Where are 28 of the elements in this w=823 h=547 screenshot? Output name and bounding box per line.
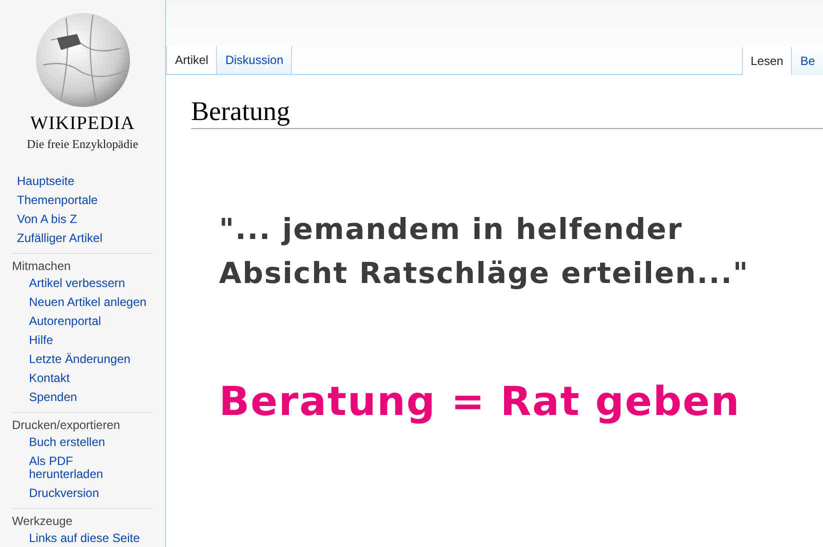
sidebar-link[interactable]: Links auf diese Seite: [29, 530, 140, 547]
sidebar-link[interactable]: Autorenportal: [29, 313, 102, 330]
sidebar-link[interactable]: Hauptseite: [17, 173, 74, 190]
sidebar-link[interactable]: Kontakt: [29, 370, 70, 387]
sidebar-link[interactable]: Spenden: [29, 389, 78, 406]
sidebar-link[interactable]: Letzte Änderungen: [29, 351, 130, 368]
quote-text: Absicht Ratschläge erteilen...": [219, 255, 750, 292]
page-title: Beratung: [191, 95, 823, 129]
sidebar-link[interactable]: Hilfe: [29, 332, 54, 349]
sidebar-heading: Mitmachen: [12, 258, 72, 275]
sidebar-heading: Werkzeuge: [12, 513, 74, 530]
sidebar-link[interactable]: Themenportale: [17, 192, 98, 209]
sidebar-link[interactable]: Artikel verbessern: [29, 275, 126, 292]
sidebar-link[interactable]: Von A bis Z: [17, 211, 78, 228]
page-tab[interactable]: Be: [791, 47, 823, 75]
sidebar-link[interactable]: Buch erstellen: [29, 434, 106, 451]
sidebar-link[interactable]: Neuen Artikel anlegen: [29, 294, 146, 311]
logo-tagline: Die freie Enzyklopädie: [26, 136, 138, 153]
slogan-text: Beratung = Rat geben: [219, 378, 742, 427]
wikipedia-wordmark: WIKIPEDIA: [30, 114, 135, 133]
sidebar-link[interactable]: Druckversion: [29, 485, 100, 502]
page-tab[interactable]: Lesen: [742, 47, 792, 75]
sidebar-link[interactable]: Zufälliger Artikel: [17, 230, 102, 247]
sidebar-heading: Drucken/exportieren: [12, 417, 122, 434]
page-tab[interactable]: Diskussion: [216, 46, 292, 74]
page-tab[interactable]: Artikel: [166, 46, 216, 74]
quote-text: "... jemandem in helfender: [219, 211, 684, 248]
sidebar-link[interactable]: Als PDF herunterladen: [29, 453, 149, 483]
